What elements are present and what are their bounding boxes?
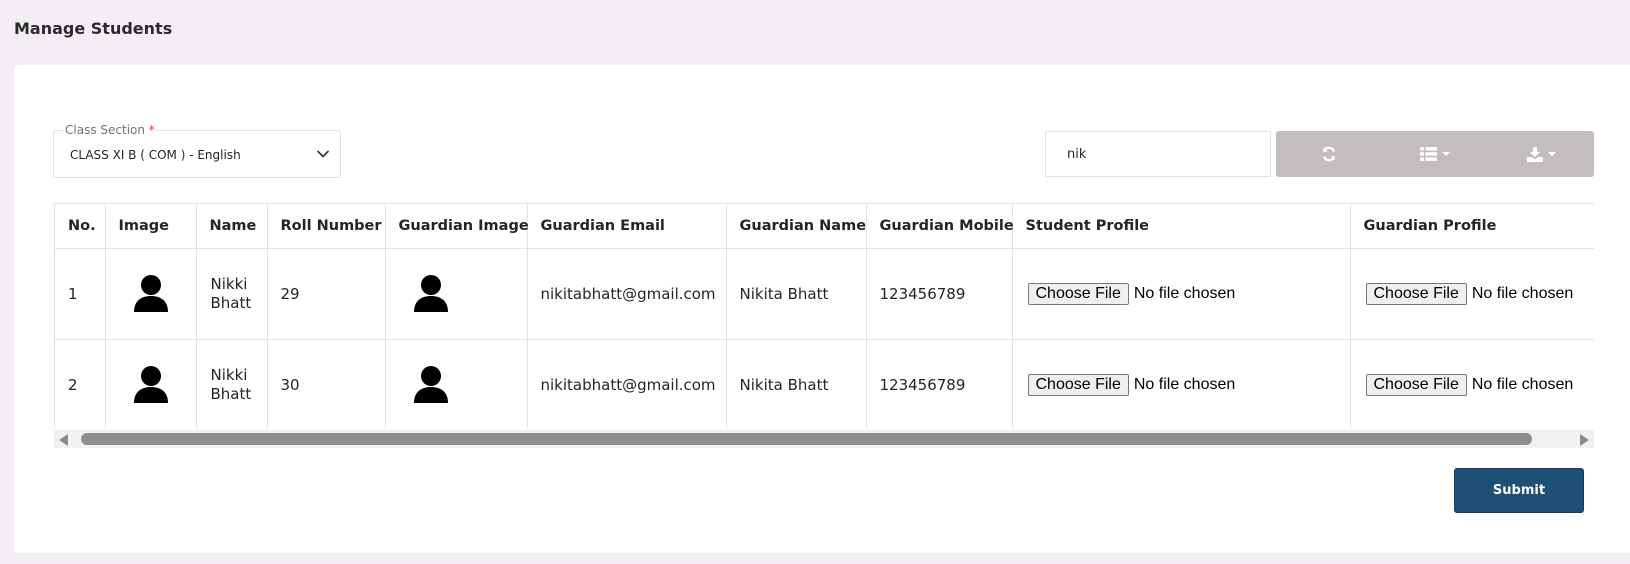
table-header-row: No. Image Name Roll Number Guardian Imag… [55,204,1594,249]
students-table: No. Image Name Roll Number Guardian Imag… [55,204,1594,428]
guardian-email: nikitabhatt@gmail.com [527,248,727,340]
required-mark: * [148,123,155,137]
scroll-left-arrow-icon[interactable] [59,434,68,446]
guardian-mobile: 123456789 [866,248,1013,340]
col-header-no[interactable]: No. [55,204,106,249]
student-profile-cell: Choose File No file chosen [1012,339,1351,428]
guardian-name: Nikita Bhatt [726,248,867,340]
col-header-roll-number[interactable]: Roll Number [267,204,386,249]
student-image-cell [105,248,197,340]
class-section-label: Class Section * [63,123,157,137]
student-last-name: Bhatt [210,384,252,403]
export-icon [1526,146,1543,162]
guardian-email: nikitabhatt@gmail.com [527,339,727,428]
submit-button[interactable]: Submit [1454,468,1584,513]
export-button[interactable] [1488,131,1594,177]
columns-icon [1420,147,1437,161]
guardian-profile-cell: Choose File No file chosen [1350,248,1594,340]
file-status: No file chosen [1471,375,1574,393]
refresh-button[interactable] [1276,131,1382,177]
col-header-guardian-name[interactable]: Guardian Name [726,204,867,249]
student-first-name: Nikki [210,274,248,293]
guardian-mobile: 123456789 [866,339,1013,428]
class-section-label-text: Class Section [65,123,145,137]
students-table-container: No. Image Name Roll Number Guardian Imag… [54,203,1594,428]
col-header-name[interactable]: Name [196,204,268,249]
columns-toggle-button[interactable] [1382,131,1488,177]
file-status: No file chosen [1133,284,1236,302]
guardian-image-cell [385,248,528,340]
student-last-name: Bhatt [210,293,252,312]
student-name: Nikki Bhatt [196,248,268,340]
guardian-image-cell [385,339,528,428]
class-section-select[interactable]: Class Section * CLASS XI B ( COM ) - Eng… [53,123,341,178]
row-number: 1 [55,248,106,340]
student-name: Nikki Bhatt [196,339,268,428]
table-toolbar [1276,131,1594,177]
guardian-profile-choose-file-button[interactable]: Choose File [1365,282,1467,305]
student-profile-cell: Choose File No file chosen [1012,248,1351,340]
caret-down-icon [1442,152,1450,156]
chevron-down-icon [317,150,329,158]
roll-number: 29 [267,248,386,340]
file-status: No file chosen [1133,375,1236,393]
page-title: Manage Students [14,19,173,38]
scroll-right-arrow-icon[interactable] [1580,434,1589,446]
file-status: No file chosen [1471,284,1574,302]
roll-number: 30 [267,339,386,428]
user-avatar-icon [133,274,168,312]
student-profile-choose-file-button[interactable]: Choose File [1027,373,1129,396]
scrollbar-thumb[interactable] [81,433,1532,445]
class-section-value: CLASS XI B ( COM ) - English [70,148,241,162]
caret-down-icon [1547,152,1556,156]
guardian-profile-cell: Choose File No file chosen [1350,339,1594,428]
student-image-cell [105,339,197,428]
col-header-guardian-image[interactable]: Guardian Image [385,204,529,249]
student-first-name: Nikki [210,365,248,384]
horizontal-scrollbar[interactable] [54,430,1594,448]
table-row: 1 Nikki Bhatt 29 nikitabhatt@gmail.com N… [55,248,1594,340]
table-row: 2 Nikki Bhatt 30 nikitabhatt@gmail.com N… [55,339,1594,428]
row-number: 2 [55,339,106,428]
col-header-guardian-email[interactable]: Guardian Email [527,204,727,249]
col-header-guardian-mobile[interactable]: Guardian Mobile [866,204,1014,249]
user-avatar-icon [413,365,448,403]
guardian-profile-choose-file-button[interactable]: Choose File [1365,373,1467,396]
search-input[interactable] [1045,131,1271,177]
col-header-image[interactable]: Image [105,204,197,249]
col-header-guardian-profile[interactable]: Guardian Profile [1350,204,1594,249]
col-header-student-profile[interactable]: Student Profile [1012,204,1351,249]
user-avatar-icon [413,274,448,312]
guardian-name: Nikita Bhatt [726,339,867,428]
student-profile-choose-file-button[interactable]: Choose File [1027,282,1129,305]
user-avatar-icon [133,365,168,403]
refresh-icon [1322,146,1336,162]
